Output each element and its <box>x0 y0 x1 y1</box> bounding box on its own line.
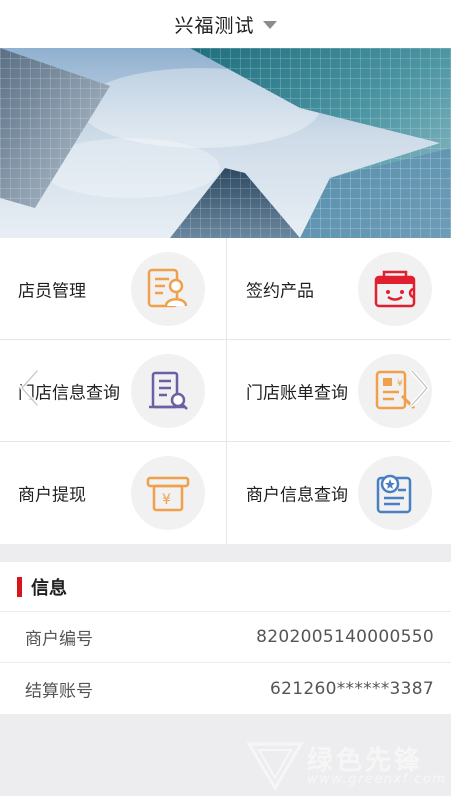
function-grid: 店员管理 签约产品 门店信息查询 门店账单查询 ¥ 商户提现 ¥ 商户信息查询 <box>0 238 451 544</box>
merchant-info-query-icon <box>376 474 412 514</box>
info-row-settlement-account: 结算账号 621260******3387 <box>0 663 451 714</box>
store-info-query-icon <box>149 371 188 410</box>
next-arrow-icon[interactable] <box>405 366 435 410</box>
info-row-key: 商户编号 <box>25 629 93 650</box>
icon-circle <box>358 456 432 530</box>
grid-item-label: 店员管理 <box>18 281 86 302</box>
info-header: 信息 <box>0 562 451 612</box>
top-bar: 兴福测试 <box>0 0 451 48</box>
dropdown-caret-icon[interactable] <box>262 21 277 29</box>
grid-item-merchant-info-query[interactable]: 商户信息查询 <box>226 442 451 544</box>
watermark-logo: 绿色先锋 www.greenxf.com <box>245 738 450 794</box>
grid-item-staff-management[interactable]: 店员管理 <box>0 238 225 340</box>
icon-circle <box>358 252 432 326</box>
signed-product-icon <box>374 270 416 308</box>
grid-item-label: 签约产品 <box>246 281 314 302</box>
info-row-key: 结算账号 <box>25 681 93 701</box>
info-section: 信息 商户编号 8202005140000550 结算账号 621260****… <box>0 562 451 714</box>
svg-text:¥: ¥ <box>397 379 403 389</box>
previous-arrow-icon[interactable] <box>14 366 44 410</box>
grid-item-merchant-withdraw[interactable]: 商户提现 ¥ <box>0 442 225 544</box>
merchant-selector-title[interactable]: 兴福测试 <box>174 11 254 38</box>
banner-image <box>0 48 451 238</box>
grid-item-label: 商户信息查询 <box>246 485 348 506</box>
watermark-v-icon <box>246 742 304 791</box>
info-row-value: 621260******3387 <box>270 678 434 699</box>
merchant-withdraw-icon: ¥ <box>146 476 190 512</box>
icon-circle: ¥ <box>131 456 205 530</box>
svg-text:¥: ¥ <box>162 492 171 508</box>
grid-item-label: 商户提现 <box>18 485 86 506</box>
info-row-merchant-id: 商户编号 8202005140000550 <box>0 612 451 663</box>
icon-circle <box>131 354 205 428</box>
grid-item-label: 门店账单查询 <box>246 383 348 404</box>
grid-item-signed-products[interactable]: 签约产品 <box>226 238 451 340</box>
info-row-value: 8202005140000550 <box>256 627 434 647</box>
staff-management-icon <box>147 268 188 308</box>
watermark-url: www.greenxf.com <box>307 772 447 787</box>
info-title: 信息 <box>31 578 67 599</box>
icon-circle <box>131 252 205 326</box>
section-accent-bar <box>17 577 22 597</box>
